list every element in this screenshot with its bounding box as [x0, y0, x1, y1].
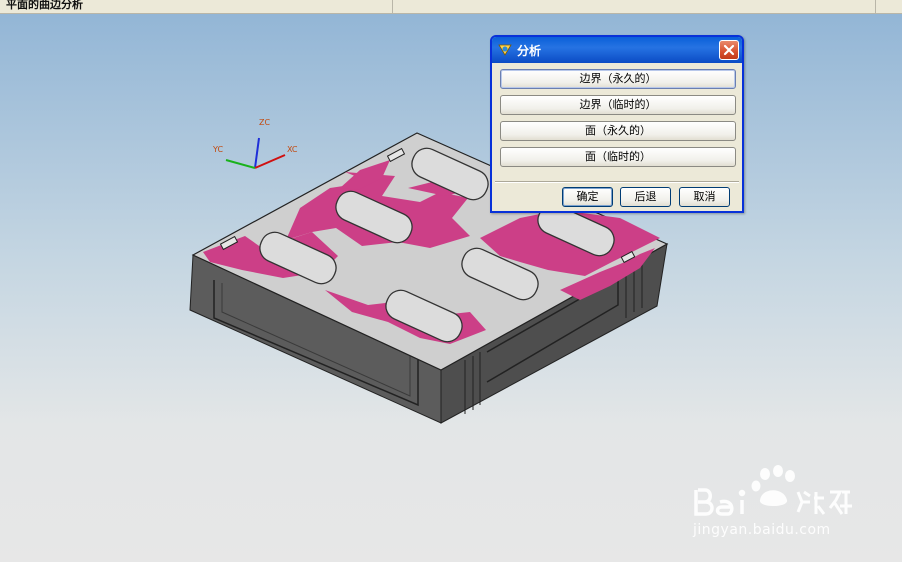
face-permanent-button[interactable]: 面（永久的） — [500, 121, 736, 141]
dialog-separator — [495, 181, 739, 183]
back-button[interactable]: 后退 — [620, 187, 671, 207]
title-divider — [392, 0, 393, 13]
zc-label: ZC — [259, 118, 270, 127]
app-icon — [498, 44, 512, 56]
dialog-title-bar[interactable]: 分析 — [492, 37, 742, 63]
dialog-title: 分析 — [517, 44, 542, 58]
close-button[interactable] — [719, 40, 739, 60]
analysis-dialog: 分析 边界（永久的） 边界（临时的） 面（永久的） 面（临时的） 确定 后退 取… — [490, 35, 744, 213]
window-title-bar: 平面的曲边分析 — [0, 0, 902, 14]
wcs-triad: ZC XC YC — [212, 118, 298, 169]
watermark-url: jingyan.baidu.com — [693, 522, 831, 538]
ok-button[interactable]: 确定 — [562, 187, 613, 207]
close-icon — [723, 44, 735, 56]
xc-label: XC — [287, 145, 298, 154]
boundary-permanent-button[interactable]: 边界（永久的） — [500, 69, 736, 89]
cancel-button[interactable]: 取消 — [679, 187, 730, 207]
boundary-temporary-button[interactable]: 边界（临时的） — [500, 95, 736, 115]
title-divider — [875, 0, 876, 13]
face-temporary-button[interactable]: 面（临时的） — [500, 147, 736, 167]
yc-label: YC — [212, 145, 223, 154]
window-title: 平面的曲边分析 — [6, 0, 83, 11]
